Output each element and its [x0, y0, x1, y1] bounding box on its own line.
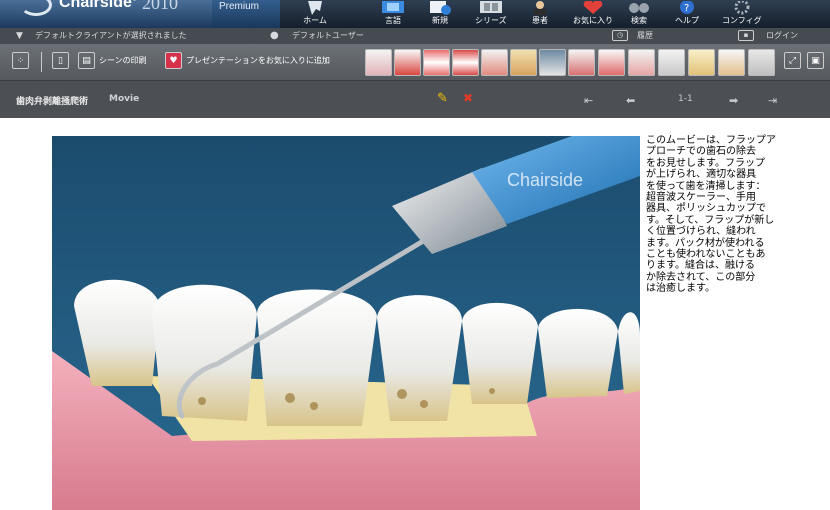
scene-thumbnail[interactable] — [423, 49, 450, 76]
movie-viewer[interactable]: Chairside — [52, 136, 640, 510]
new-document-icon — [425, 0, 455, 15]
dental-illustration: Chairside — [52, 136, 640, 510]
prev-page-button[interactable]: ⬅ — [626, 94, 635, 107]
toolbar-language-button[interactable]: 言語 — [378, 0, 408, 28]
tooth — [538, 308, 618, 398]
edition-label: Premium — [212, 0, 280, 28]
scene-thumbnail[interactable] — [598, 49, 625, 76]
status-bar: ▼ デフォルトクライアントが選択されました ● デフォルトユーザー ◷ 履歴 ▪… — [0, 28, 830, 44]
patient-icon — [525, 0, 555, 15]
add-presentation-label: プレゼンテーションをお気に入りに追加 — [186, 56, 330, 65]
display-mode-button[interactable]: ▣ — [807, 52, 824, 69]
language-book-icon — [378, 0, 408, 14]
scene-thumbnail[interactable] — [481, 49, 508, 76]
page-indicator: 1-1 — [678, 94, 693, 104]
toolbar-new-button[interactable]: 新規 — [425, 0, 455, 28]
scene-thumbnail[interactable] — [394, 49, 421, 76]
first-page-button[interactable]: ⇤ — [584, 94, 593, 107]
scene-info-button[interactable]: ▯ — [52, 52, 69, 69]
scene-thumbnail[interactable] — [748, 49, 775, 76]
next-page-button[interactable]: ➡ — [729, 94, 738, 107]
add-presentation-favorites-button[interactable]: ♥ プレゼンテーションをお気に入りに追加 — [165, 52, 330, 69]
scene-thumbnail[interactable] — [365, 49, 392, 76]
toolbar-series-label: シリーズ — [475, 16, 507, 25]
toolbar-search-button[interactable]: 検索 — [624, 0, 654, 28]
toolbar-divider — [41, 52, 42, 72]
toolbar-help-label: ヘルプ — [675, 16, 699, 25]
video-watermark: Chairside — [507, 170, 583, 190]
scene-thumbnail[interactable] — [539, 49, 566, 76]
edit-pencil-icon[interactable]: ✎ — [437, 91, 448, 106]
scene-thumbnail[interactable] — [452, 49, 479, 76]
svg-text:?: ? — [684, 3, 689, 14]
print-scene-label: シーンの印刷 — [99, 56, 147, 65]
brand-year: 2010 — [142, 0, 178, 13]
login-button[interactable]: ログイン — [766, 28, 798, 44]
fullscreen-icon: ⤢ — [784, 52, 801, 69]
binoculars-search-icon — [624, 0, 654, 14]
document-icon: ▯ — [52, 52, 69, 69]
delete-x-icon[interactable]: ✖ — [463, 91, 473, 105]
scene-thumbnail[interactable] — [568, 49, 595, 76]
scene-thumbnail[interactable] — [658, 49, 685, 76]
toolbar-new-label: 新規 — [432, 16, 448, 25]
toolbar-patient-label: 患者 — [532, 16, 548, 25]
toolbar-series-button[interactable]: シリーズ — [475, 0, 507, 28]
toolbar-help-button[interactable]: ? ヘルプ — [672, 0, 702, 28]
scene-thumbnail[interactable] — [628, 49, 655, 76]
chairside-swirl-icon — [20, 0, 52, 16]
scene-thumbnail[interactable] — [688, 49, 715, 76]
brand-name: Chairside® — [59, 0, 137, 12]
toolbar-patient-button[interactable]: 患者 — [525, 0, 555, 28]
user-icon: ● — [270, 30, 279, 41]
tooth — [377, 295, 462, 421]
toolbar-home-button[interactable]: ホーム — [300, 0, 330, 28]
brand-text: Chairside — [59, 0, 132, 11]
toolbar-language-label: 言語 — [385, 16, 401, 25]
gear-config-icon — [727, 0, 757, 15]
last-page-button[interactable]: ⇥ — [768, 94, 777, 107]
heart-favorite-icon — [578, 0, 608, 14]
brand-trademark: ® — [132, 0, 137, 3]
film-strip-icon — [476, 0, 506, 14]
client-status: デフォルトクライアントが選択されました — [35, 31, 187, 40]
monitor-icon: ▣ — [807, 52, 824, 69]
scene-type: Movie — [109, 94, 140, 104]
pin-icon: ▼ — [16, 31, 23, 41]
grid-icon: ⁘ — [12, 52, 29, 69]
thumbnail-grid-button[interactable]: ⁘ — [12, 52, 29, 69]
fullscreen-button[interactable]: ⤢ — [784, 52, 801, 69]
toolbar-home-label: ホーム — [303, 16, 327, 25]
history-button[interactable]: 履歴 — [637, 28, 653, 44]
scene-title: 歯肉弁剥離掻爬術 — [16, 97, 89, 107]
printer-icon: ▤ — [78, 52, 95, 69]
scene-toolbar: ⁘ ▯ ▤ シーンの印刷 ♥ プレゼンテーションをお気に入りに追加 ⤢ ▣ — [0, 44, 830, 81]
top-toolbar: Chairside® 2010 Premium ホーム 言語 新規 シリーズ 患… — [0, 0, 830, 28]
scene-thumbnail[interactable] — [718, 49, 745, 76]
clock-history-icon: ◷ — [612, 30, 628, 41]
toolbar-config-label: コンフィグ — [722, 16, 762, 25]
scene-description: このムービーは、フラップア プローチでの歯石の除去 をお見せします。フラップ が… — [646, 135, 776, 295]
scene-thumbnail[interactable] — [510, 49, 537, 76]
tooth — [462, 302, 538, 404]
print-scene-button[interactable]: ▤ シーンの印刷 — [78, 52, 147, 69]
toolbar-search-label: 検索 — [631, 16, 647, 25]
toolbar-config-button[interactable]: コンフィグ — [722, 0, 762, 28]
tooth-home-icon — [300, 0, 330, 15]
toolbar-favorites-label: お気に入り — [573, 16, 613, 25]
toolbar-favorites-button[interactable]: お気に入り — [573, 0, 613, 28]
scene-title-bar: 歯肉弁剥離掻爬術 Movie ✎ ✖ ⇤ ⬅ 1-1 ➡ ⇥ — [0, 81, 830, 118]
current-user[interactable]: デフォルトユーザー — [292, 28, 364, 44]
help-question-icon: ? — [672, 0, 702, 14]
lock-login-icon: ▪ — [738, 30, 754, 41]
app-logo: Chairside® 2010 — [0, 0, 212, 28]
heart-icon: ♥ — [165, 52, 182, 69]
